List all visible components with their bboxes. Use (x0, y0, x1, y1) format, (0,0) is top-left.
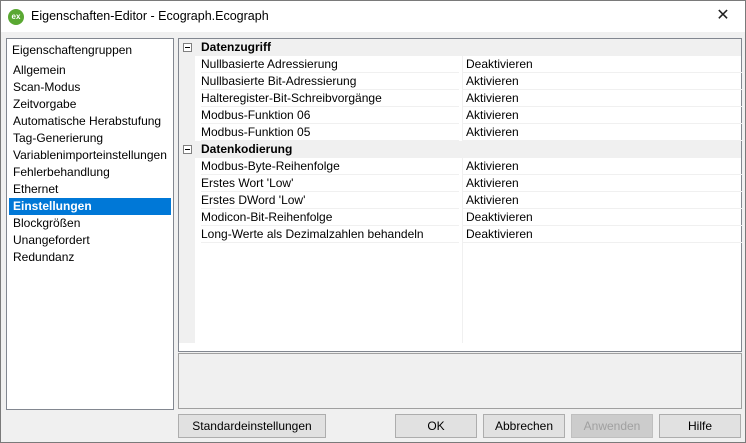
property-group-item[interactable]: Zeitvorgabe (9, 96, 171, 113)
close-button[interactable]: ✕ (707, 5, 739, 27)
property-row[interactable]: Modbus-Funktion 05 Aktivieren (179, 124, 744, 141)
property-value[interactable]: Aktivieren (462, 124, 744, 141)
grid-gutter (179, 107, 195, 124)
property-value[interactable]: Aktivieren (462, 158, 744, 175)
property-name: Nullbasierte Adressierung (201, 56, 459, 73)
grid-gutter (179, 226, 195, 243)
property-name: Erstes DWord 'Low' (201, 192, 459, 209)
properties-editor-window: ex Eigenschaften-Editor - Ecograph.Ecogr… (0, 0, 746, 443)
property-grid: Datenzugriff Nullbasierte Adressierung Dea… (178, 38, 744, 352)
grid-gutter (179, 73, 195, 90)
property-value[interactable]: Aktivieren (462, 73, 744, 90)
app-logo-icon: ex (8, 9, 24, 25)
property-group-item[interactable]: Variablenimporteinstellungen (9, 147, 171, 164)
category-label: Datenkodierung (201, 142, 293, 156)
grid-gutter (179, 56, 195, 73)
window-title: Eigenschaften-Editor - Ecograph.Ecograph (31, 9, 269, 23)
property-row[interactable]: Nullbasierte Adressierung Deaktivieren (179, 56, 744, 73)
property-row[interactable]: Nullbasierte Bit-Adressierung Aktivieren (179, 73, 744, 90)
property-group-item[interactable]: Unangefordert (9, 232, 171, 249)
property-name: Modbus-Funktion 06 (201, 107, 459, 124)
property-group-item[interactable]: Redundanz (9, 249, 171, 266)
grid-gutter (179, 209, 195, 226)
property-name: Erstes Wort 'Low' (201, 175, 459, 192)
category-row[interactable]: Datenkodierung (179, 141, 741, 158)
property-row[interactable]: Modicon-Bit-Reihenfolge Deaktivieren (179, 209, 744, 226)
property-row[interactable]: Modbus-Funktion 06 Aktivieren (179, 107, 744, 124)
grid-gutter (179, 158, 195, 175)
ok-button[interactable]: OK (395, 414, 477, 438)
property-value[interactable]: Deaktivieren (462, 56, 744, 73)
property-row[interactable]: Modbus-Byte-Reihenfolge Aktivieren (179, 158, 744, 175)
column-separator (462, 243, 463, 343)
defaults-button[interactable]: Standardeinstellungen (178, 414, 326, 438)
title-bar: ex Eigenschaften-Editor - Ecograph.Ecogr… (1, 1, 745, 32)
property-row[interactable]: Erstes DWord 'Low' Aktivieren (179, 192, 744, 209)
grid-gutter (179, 124, 195, 141)
category-label: Datenzugriff (201, 40, 271, 54)
apply-button[interactable]: Anwenden (571, 414, 653, 438)
property-group-item[interactable]: Tag-Generierung (9, 130, 171, 147)
collapse-icon[interactable] (183, 145, 192, 154)
property-value[interactable]: Deaktivieren (462, 226, 744, 243)
property-value[interactable]: Aktivieren (462, 175, 744, 192)
grid-gutter (179, 243, 195, 343)
property-group-item[interactable]: Scan-Modus (9, 79, 171, 96)
property-group-item[interactable]: Einstellungen (9, 198, 171, 215)
property-group-item[interactable]: Fehlerbehandlung (9, 164, 171, 181)
grid-gutter (179, 192, 195, 209)
property-name: Nullbasierte Bit-Adressierung (201, 73, 459, 90)
property-group-item[interactable]: Blockgrößen (9, 215, 171, 232)
property-name: Modbus-Funktion 05 (201, 124, 459, 141)
property-name: Modbus-Byte-Reihenfolge (201, 158, 459, 175)
close-icon: ✕ (716, 7, 730, 24)
property-group-item[interactable]: Automatische Herabstufung (9, 113, 171, 130)
property-row[interactable]: Erstes Wort 'Low' Aktivieren (179, 175, 744, 192)
collapse-icon[interactable] (183, 43, 192, 52)
property-group-item[interactable]: Ethernet (9, 181, 171, 198)
property-description-panel (178, 353, 742, 409)
property-value[interactable]: Deaktivieren (462, 209, 744, 226)
property-group-item[interactable]: Allgemein (9, 62, 171, 79)
property-name: Modicon-Bit-Reihenfolge (201, 209, 459, 226)
grid-gutter (179, 90, 195, 107)
property-groups-items: Allgemein Scan-Modus Zeitvorgabe Automatisc… (9, 62, 171, 266)
category-row[interactable]: Datenzugriff (179, 39, 741, 56)
property-row[interactable]: Long-Werte als Dezimalzahlen behandeln De… (179, 226, 744, 243)
property-row[interactable]: Halteregister-Bit-Schreibvorgänge Aktivie… (179, 90, 744, 107)
property-groups-header: Eigenschaftengruppen (12, 43, 133, 57)
grid-empty-area (179, 243, 741, 343)
grid-gutter (179, 175, 195, 192)
help-button[interactable]: Hilfe (659, 414, 741, 438)
property-name: Halteregister-Bit-Schreibvorgänge (201, 90, 459, 107)
property-groups-list: Eigenschaftengruppen Allgemein Scan-Modus… (6, 38, 174, 410)
property-name: Long-Werte als Dezimalzahlen behandeln (201, 226, 459, 243)
cancel-button[interactable]: Abbrechen (483, 414, 565, 438)
property-value[interactable]: Aktivieren (462, 107, 744, 124)
property-value[interactable]: Aktivieren (462, 192, 744, 209)
property-value[interactable]: Aktivieren (462, 90, 744, 107)
